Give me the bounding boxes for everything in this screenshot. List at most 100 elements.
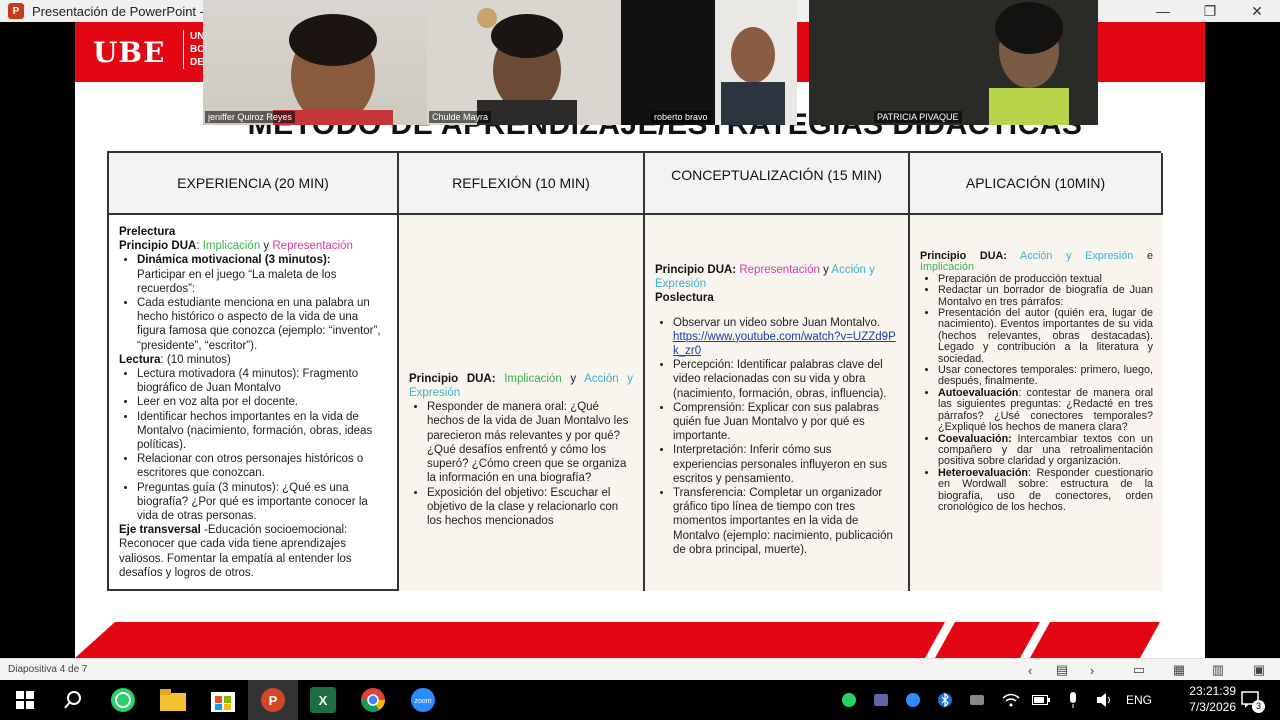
video-tile[interactable]: Chulde Mayra — [427, 0, 621, 125]
implicacion-text: Implicación — [920, 261, 975, 274]
restore-button[interactable]: ❐ — [1187, 0, 1233, 22]
windows-taskbar: P X zoom ENG 23:21:39 7/3/2026 3 — [0, 680, 1280, 720]
slide-indicator: Diapositiva 4 de 7 — [8, 664, 88, 675]
notifications-button[interactable]: 3 — [1236, 680, 1266, 720]
notification-count-badge: 3 — [1252, 700, 1265, 713]
store-button[interactable] — [198, 680, 248, 720]
accion-text: Acción y Expresión — [1020, 250, 1134, 262]
cell-reflexion: Principio DUA: Implicación y Acción y Ex… — [399, 215, 645, 591]
zoom-tray-icon[interactable] — [902, 680, 924, 720]
representacion-text: Representación — [272, 240, 353, 253]
list-item: Identificar hechos importantes en la vid… — [137, 410, 387, 453]
excel-taskbar-button[interactable]: X — [298, 680, 348, 720]
taskbar-clock[interactable]: 23:21:39 7/3/2026 — [1189, 683, 1236, 715]
implicacion-text: Implicación — [504, 372, 562, 385]
whatsapp-taskbar-button[interactable] — [98, 680, 148, 720]
conj-y: y — [819, 264, 832, 276]
window-title: Presentación de PowerPoint - [L — [32, 3, 219, 19]
participant-name: PATRICIA PIVAQUE — [874, 111, 962, 123]
principio-dua-line: Principio DUA: Representación y Acción y… — [655, 263, 898, 291]
microphone-icon[interactable] — [1062, 680, 1084, 720]
presenter-view-icon[interactable]: ▣ — [1250, 662, 1268, 678]
list-item: Dinámica motivacional (3 minutos):Partic… — [137, 253, 387, 296]
excel-icon: X — [310, 687, 336, 713]
grid-view-icon[interactable]: ▦ — [1170, 662, 1188, 678]
lectura-label: Lectura — [119, 353, 161, 366]
reading-view-icon[interactable]: ▥ — [1209, 662, 1227, 678]
dinamica-text: Participar en el juego “La maleta de los… — [137, 268, 337, 295]
wifi-icon[interactable] — [1000, 680, 1022, 720]
principio-label: Principio DUA — [119, 240, 197, 253]
lectura-list: Lectura motivadora (4 minutos): Fragment… — [119, 367, 387, 523]
powerpoint-icon: P — [261, 688, 285, 712]
lectura-time: : (10 minutos) — [160, 353, 231, 366]
principio-dua-line: Principio DUA: Implicación y Acción y Ex… — [409, 372, 633, 400]
list-item: Cada estudiante menciona en una palabra … — [137, 296, 387, 353]
file-explorer-button[interactable] — [148, 680, 198, 720]
list-item: Presentación del autor (quién era, lugar… — [938, 307, 1153, 365]
video-tile[interactable]: jeniffer Quiroz Reyes — [203, 0, 427, 125]
svg-text:P: P — [269, 693, 278, 708]
prelectura-label: Prelectura — [119, 226, 176, 238]
teams-tray-icon[interactable] — [870, 680, 892, 720]
camera-tray-icon[interactable] — [966, 680, 988, 720]
autoevaluacion-label: Autoevaluación — [938, 386, 1019, 399]
search-button[interactable] — [48, 680, 98, 720]
video-tile[interactable]: roberto bravo — [621, 0, 797, 125]
principio-label: Principio DUA: — [409, 372, 496, 385]
minimize-button[interactable]: — — [1140, 0, 1186, 22]
dinamica-title: Dinámica motivacional (3 minutos): — [137, 254, 331, 267]
list-item: Observar un video sobre Juan Montalvo. ht… — [673, 316, 898, 359]
powerpoint-taskbar-button[interactable]: P — [248, 680, 298, 720]
folder-icon — [160, 689, 186, 711]
principio-dua-line: Principio DUA: Acción y Expresión e Impl… — [920, 250, 1153, 274]
zoom-taskbar-button[interactable]: zoom — [398, 680, 448, 720]
video-tile[interactable]: PATRICIA PIVAQUE — [809, 0, 1098, 125]
normal-view-icon[interactable]: ▭ — [1130, 662, 1148, 678]
volume-icon[interactable] — [1094, 680, 1116, 720]
whatsapp-tray-icon[interactable] — [838, 680, 860, 720]
previous-slide-icon[interactable]: ‹ — [1021, 662, 1039, 678]
bluetooth-tray-icon[interactable] — [934, 680, 956, 720]
list-item: Exposición del objetivo: Escuchar el obj… — [427, 486, 633, 529]
principio-label: Principio DUA: — [655, 264, 737, 276]
chrome-taskbar-button[interactable] — [348, 680, 398, 720]
conceptualizacion-list: Observar un video sobre Juan Montalvo. ht… — [655, 316, 898, 557]
whatsapp-icon — [111, 688, 135, 712]
list-item: Coevaluación: Intercambiar textos con un… — [938, 433, 1153, 468]
svg-text:X: X — [319, 693, 328, 708]
powerpoint-app-icon: P — [8, 3, 24, 19]
header-conceptualizacion: CONCEPTUALIZACIÓN (15 MIN) — [645, 153, 910, 215]
next-slide-icon[interactable]: › — [1083, 662, 1101, 678]
list-item: Autoevaluación: contestar de manera oral… — [938, 386, 1153, 434]
status-bar: Diapositiva 4 de 7 ‹ ▤ › ▭ ▦ ▥ ▣ — [0, 658, 1280, 680]
video-text: Observar un video sobre Juan Montalvo. — [673, 316, 881, 329]
participant-name: jeniffer Quiroz Reyes — [205, 111, 295, 123]
cell-experiencia: Prelectura Principio DUA: Implicación y … — [109, 215, 399, 591]
start-button[interactable] — [0, 680, 50, 720]
zoom-label: zoom — [414, 698, 431, 705]
principio-dua-line: Principio DUA: Implicación y Representac… — [119, 239, 387, 253]
clock-time: 23:21:39 — [1189, 684, 1236, 698]
video-participants-strip: jeniffer Quiroz Reyes Chulde Mayra rober… — [203, 0, 1098, 125]
list-item: Responder de manera oral: ¿Qué hechos de… — [427, 400, 633, 485]
store-icon — [211, 692, 235, 712]
participant-video-image — [989, 2, 1069, 125]
participant-name: Chulde Mayra — [429, 111, 492, 123]
video-link[interactable]: https://www.youtube.com/watch?v=UZZd9Pk_… — [673, 331, 896, 357]
list-item: Comprensión: Explicar con sus palabras q… — [673, 401, 898, 444]
list-item: Lectura motivadora (4 minutos): Fragment… — [137, 367, 387, 395]
battery-icon[interactable] — [1030, 680, 1052, 720]
cell-aplicacion: Principio DUA: Acción y Expresión e Impl… — [910, 215, 1163, 591]
list-item: Preguntas guía (3 minutos): ¿Qué es una … — [137, 481, 387, 524]
heteroevaluacion-label: Heteroevaluación — [938, 466, 1029, 479]
representacion-text: Representación — [739, 264, 820, 276]
aplicacion-list: Preparación de producción textual Redact… — [920, 273, 1153, 514]
language-indicator[interactable]: ENG — [1124, 680, 1154, 720]
list-item: Interpretación: Inferir cómo sus experie… — [673, 443, 898, 486]
list-item: Usar conectores temporales: primero, lue… — [938, 364, 1153, 388]
list-item: Redactar un borrador de biografía de Jua… — [938, 285, 1153, 308]
close-button[interactable]: ✕ — [1234, 0, 1280, 22]
search-icon — [64, 691, 81, 709]
slide-sorter-icon[interactable]: ▤ — [1053, 662, 1071, 678]
